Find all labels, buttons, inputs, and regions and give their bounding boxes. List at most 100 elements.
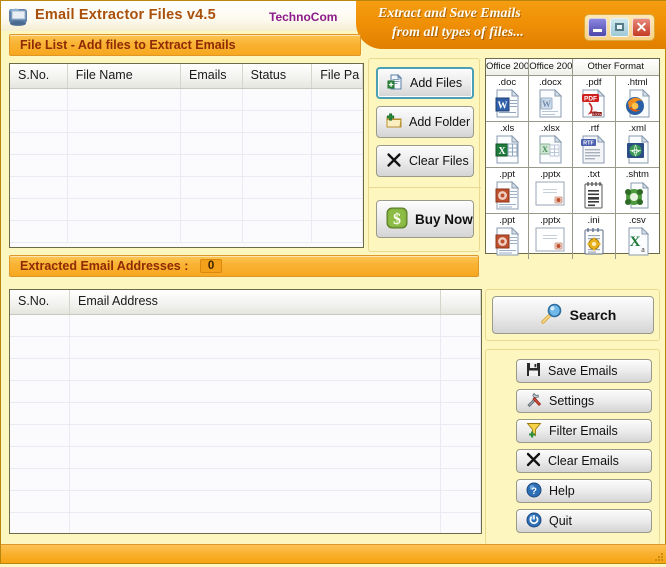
format-cell-pdf: .pdf PDF Adobe [573, 76, 616, 121]
column-header-sno[interactable]: S.No. [10, 290, 70, 314]
add-file-icon [387, 73, 403, 93]
format-cell-ppt: .ppt [486, 168, 530, 213]
column-header-filename[interactable]: File Name [68, 64, 182, 88]
table-row[interactable] [10, 89, 363, 111]
format-cell-pptx: .pptx [529, 168, 573, 213]
filter-emails-button[interactable]: Filter Emails [516, 419, 652, 443]
format-ext-label: .html [627, 77, 648, 88]
list-item[interactable] [10, 447, 481, 469]
format-cell-txt: .txt [573, 168, 616, 213]
buy-now-label: Buy Now [415, 211, 473, 227]
format-ext-label: .xml [628, 123, 647, 134]
list-item[interactable] [10, 337, 481, 359]
column-header-emails[interactable]: Emails [181, 64, 243, 88]
powerpoint-pptx-icon [535, 181, 565, 211]
add-folder-button[interactable]: Add Folder [376, 106, 474, 138]
format-ext-label: .xlsx [540, 123, 560, 134]
email-list-table[interactable]: S.No. Email Address [9, 289, 482, 534]
save-emails-label: Save Emails [548, 364, 618, 378]
power-icon [526, 512, 542, 531]
csv-icon: Xa [624, 226, 651, 259]
formats-header-row: Office 2003 Office 2007 Other Format [486, 59, 659, 76]
format-ext-label: .docx [539, 77, 562, 88]
table-row[interactable] [10, 155, 363, 177]
svg-text:RTF: RTF [583, 141, 594, 147]
buy-now-button[interactable]: $ Buy Now [376, 200, 474, 238]
list-item[interactable] [10, 513, 481, 533]
svg-text:a: a [641, 245, 645, 254]
clear-files-button[interactable]: Clear Files [376, 145, 474, 177]
column-header-extra[interactable] [441, 290, 481, 314]
search-label: Search [569, 307, 617, 323]
close-button[interactable]: ✕ [632, 18, 651, 37]
add-files-button[interactable]: Add Files [376, 67, 474, 99]
tools-icon [526, 392, 542, 411]
banner-line-2: from all types of files... [392, 25, 524, 40]
resize-grip[interactable] [652, 549, 664, 561]
settings-button[interactable]: Settings [516, 389, 652, 413]
format-ext-label: .ini [587, 215, 600, 226]
shtm-icon [624, 181, 651, 213]
add-files-label: Add Files [410, 76, 463, 90]
title-bar-banner: Extract and Save Emails from all types o… [356, 1, 666, 49]
quit-button[interactable]: Quit [516, 509, 652, 533]
svg-text:X: X [498, 146, 506, 157]
format-cell-xlsx: .xlsx X [529, 122, 573, 167]
format-ext-label: .shtm [625, 169, 649, 180]
word-doc-icon: W [494, 88, 521, 121]
extracted-emails-header: Extracted Email Addresses : 0 [9, 255, 479, 277]
svg-text:$: $ [393, 211, 401, 228]
list-item[interactable] [10, 359, 481, 381]
email-list-table-body[interactable] [10, 315, 481, 533]
file-list-table-header: S.No. File Name Emails Status File Pa [10, 64, 363, 89]
excel-xls-icon: X [494, 134, 521, 167]
table-row[interactable] [10, 111, 363, 133]
format-cell-doc: .doc W [486, 76, 530, 121]
filter-emails-label: Filter Emails [549, 424, 618, 438]
list-item[interactable] [10, 315, 481, 337]
format-cell-xml: .xml <> [616, 122, 659, 167]
pdf-icon: PDF Adobe [580, 88, 607, 121]
format-cell-rtf: .rtf RTF [573, 122, 616, 167]
save-emails-button[interactable]: Save Emails [516, 359, 652, 383]
file-list-table-body[interactable] [10, 89, 363, 243]
file-actions-panel: Add Files Add Folder Clear Files $ Buy N… [368, 58, 481, 252]
minimize-button[interactable] [588, 18, 607, 37]
question-circle-icon: ? [526, 482, 542, 501]
help-button[interactable]: ? Help [516, 479, 652, 503]
column-header-status[interactable]: Status [243, 64, 313, 88]
column-header-sno[interactable]: S.No. [10, 64, 68, 88]
svg-text:Adobe: Adobe [592, 111, 603, 116]
list-item[interactable] [10, 491, 481, 513]
table-row[interactable] [10, 199, 363, 221]
table-row[interactable] [10, 221, 363, 243]
format-ext-label: .csv [628, 215, 646, 226]
format-cell-html: .html [616, 76, 659, 121]
svg-text:W: W [542, 99, 551, 109]
clear-emails-button[interactable]: Clear Emails [516, 449, 652, 473]
list-item[interactable] [10, 403, 481, 425]
firefox-html-icon [624, 88, 651, 121]
formats-row: .xls X .xlsx X .rtf RTF .xml <> [486, 122, 659, 168]
magnifier-icon [539, 302, 563, 329]
format-cell-ppt-2: .ppt [486, 214, 530, 259]
maximize-button[interactable] [610, 18, 629, 37]
format-ext-label: .pptx [540, 169, 561, 180]
text-file-icon [582, 181, 606, 213]
list-item[interactable] [10, 469, 481, 491]
file-list-table[interactable]: S.No. File Name Emails Status File Pa [9, 63, 364, 248]
title-bar-left: Email Extractor Files v4.5 TechnoCom [1, 1, 382, 31]
table-row[interactable] [10, 177, 363, 199]
x-icon [386, 152, 402, 171]
format-ext-label: .ppt [499, 169, 516, 180]
format-cell-docx: .docx W [529, 76, 573, 121]
list-item[interactable] [10, 381, 481, 403]
column-header-email-address[interactable]: Email Address [70, 290, 441, 314]
add-folder-label: Add Folder [409, 115, 471, 129]
search-button[interactable]: Search [492, 296, 654, 334]
list-item[interactable] [10, 425, 481, 447]
email-list-table-header: S.No. Email Address [10, 290, 481, 315]
quit-label: Quit [549, 514, 572, 528]
column-header-filepath[interactable]: File Pa [312, 64, 363, 88]
table-row[interactable] [10, 133, 363, 155]
